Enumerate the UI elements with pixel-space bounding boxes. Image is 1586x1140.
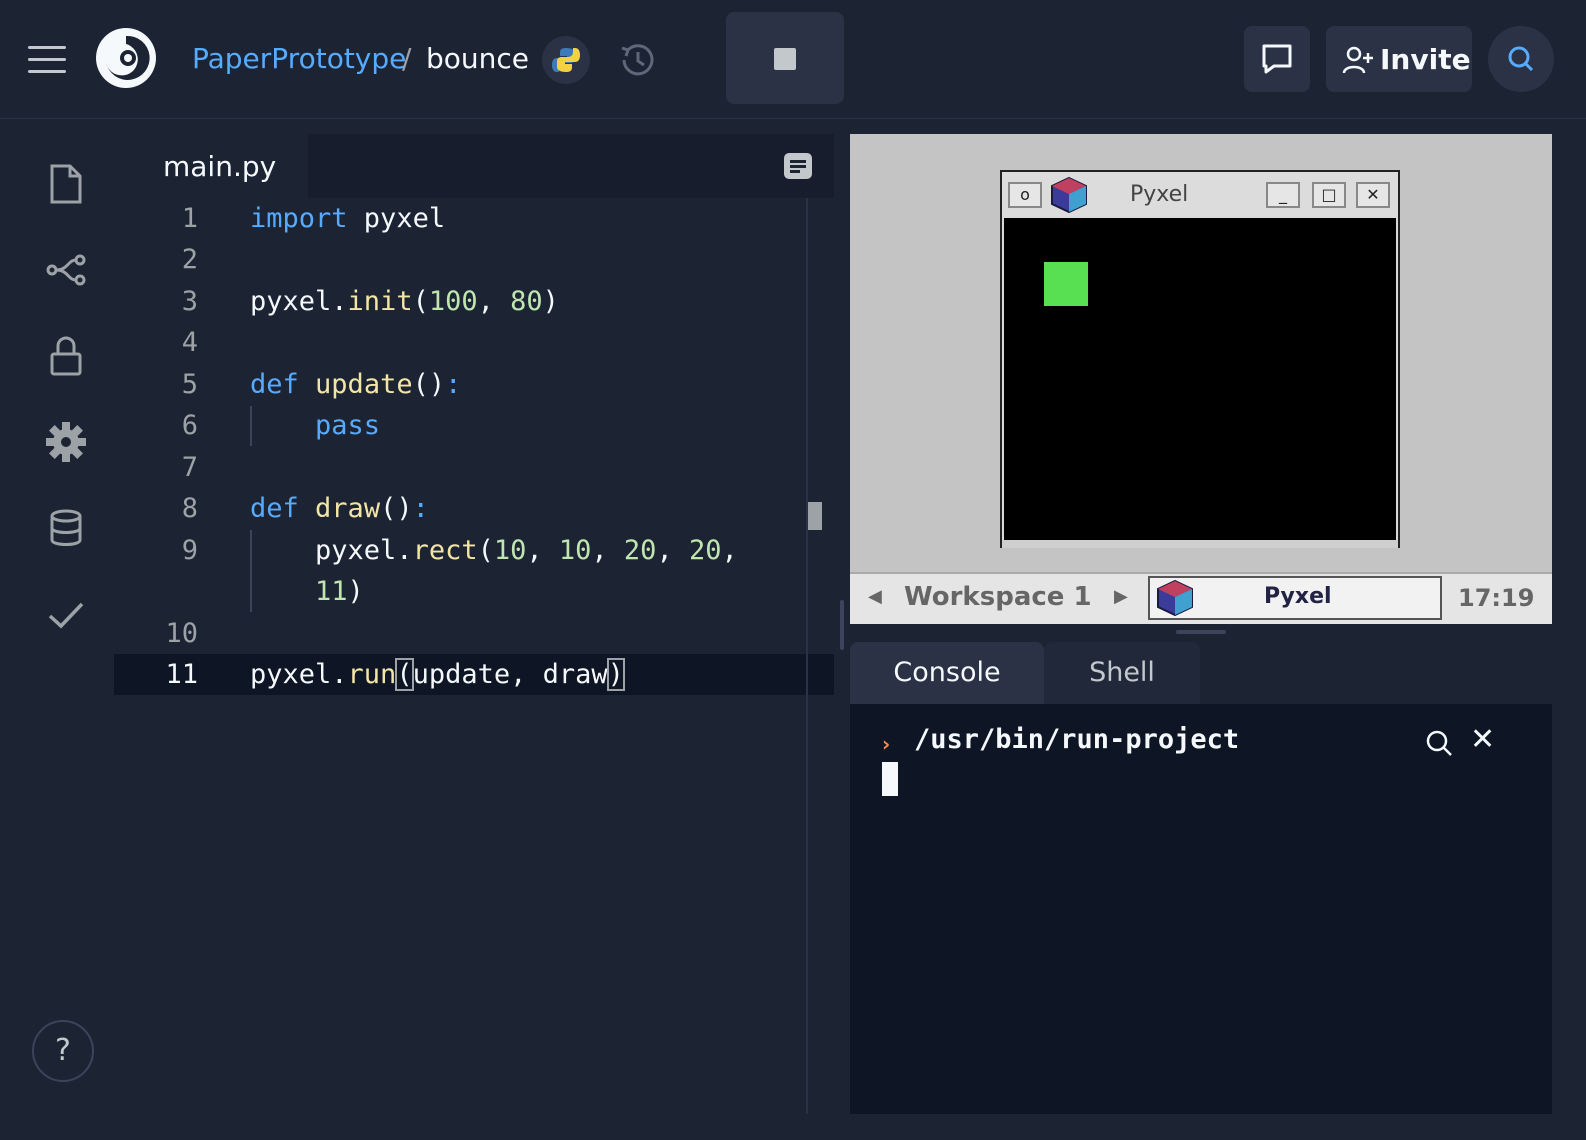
breadcrumb-user[interactable]: PaperPrototype (192, 42, 406, 75)
chat-button[interactable] (1244, 26, 1310, 92)
workspace-label: Workspace 1 (904, 582, 1092, 612)
editor-scrollbar-track[interactable] (806, 198, 808, 1114)
code-line[interactable]: 1 import pyxel (114, 198, 834, 239)
breadcrumb-project[interactable]: bounce (426, 42, 529, 75)
help-button[interactable]: ? (32, 1020, 94, 1082)
chat-icon (1262, 44, 1292, 74)
top-bar: PaperPrototype / bounce Invite (0, 0, 1586, 119)
pane-grip[interactable] (1176, 630, 1226, 634)
maximize-button[interactable]: □ (1312, 182, 1346, 208)
search-button[interactable] (1488, 26, 1554, 92)
invite-button[interactable]: Invite (1326, 26, 1472, 92)
pyxel-titlebar[interactable]: o Pyxel _ □ ✕ (1002, 172, 1398, 216)
pyxel-window[interactable]: o Pyxel _ □ ✕ (1000, 170, 1400, 548)
menu-icon[interactable] (28, 46, 66, 74)
workspace-next-icon[interactable]: ▶ (1114, 586, 1128, 607)
pyxel-cube-icon (1051, 176, 1087, 214)
pane-resize-handle[interactable] (840, 600, 844, 650)
database-icon[interactable] (44, 506, 88, 550)
code-line-wrap[interactable]: 11) (114, 571, 834, 612)
green-rectangle (1044, 262, 1088, 306)
console-panel[interactable]: › /usr/bin/run-project ✕ (850, 704, 1552, 1114)
lock-icon[interactable] (44, 334, 88, 378)
outline-icon[interactable] (782, 150, 814, 182)
editor-scrollbar-thumb[interactable] (808, 502, 822, 530)
pyxel-canvas[interactable] (1004, 218, 1396, 540)
add-user-icon (1342, 46, 1373, 74)
search-icon (1508, 46, 1534, 72)
tab-label: main.py (163, 150, 277, 183)
taskbar: ◀ Workspace 1 ▶ Pyxel 17:19 (850, 572, 1552, 624)
tab-main-py[interactable]: main.py (114, 134, 308, 198)
pyxel-cube-icon (1157, 579, 1193, 617)
tab-console[interactable]: Console (850, 642, 1044, 704)
console-tabs: Console Shell (850, 642, 1552, 704)
file-icon[interactable] (44, 162, 88, 206)
console-search-icon[interactable] (1424, 728, 1454, 758)
prompt-arrow-icon: › (882, 732, 891, 756)
pyxel-window-bottom (1002, 540, 1398, 548)
output-preview: o Pyxel _ □ ✕ ◀ Workspace 1 ▶ Pyxel 17:1… (850, 134, 1552, 624)
code-line[interactable]: 7 (114, 447, 834, 488)
code-line[interactable]: 9 pyxel.rect(10, 10, 20, 20, (114, 530, 834, 571)
code-line[interactable]: 8 def draw(): (114, 488, 834, 529)
code-line[interactable]: 5 def update(): (114, 364, 834, 405)
code-line-active[interactable]: 11 pyxel.run(update, draw) (114, 654, 834, 695)
code-line[interactable]: 3 pyxel.init(100, 80) (114, 281, 834, 322)
invite-label: Invite (1380, 43, 1471, 76)
gear-icon[interactable] (44, 420, 88, 464)
editor-tab-bar: main.py (114, 134, 834, 198)
terminal-cursor (882, 762, 898, 796)
sidebar (16, 134, 114, 1114)
code-line[interactable]: 4 (114, 322, 834, 363)
code-line[interactable]: 2 (114, 239, 834, 280)
clock: 17:19 (1458, 584, 1535, 612)
tab-shell[interactable]: Shell (1044, 642, 1200, 704)
check-icon[interactable] (44, 592, 88, 636)
breadcrumb-separator: / (402, 42, 412, 75)
code-editor: main.py 1 import pyxel 2 3 pyxel.init(100,… (114, 134, 834, 1114)
code-area[interactable]: 1 import pyxel 2 3 pyxel.init(100, 80) 4 5… (114, 198, 834, 1114)
python-language-icon[interactable] (542, 36, 590, 84)
code-line[interactable]: 10 (114, 613, 834, 654)
console-clear-icon[interactable]: ✕ (1470, 722, 1495, 757)
history-icon[interactable] (614, 36, 662, 84)
window-menu-button[interactable]: o (1008, 182, 1042, 208)
stop-icon (774, 48, 796, 70)
close-window-button[interactable]: ✕ (1356, 182, 1390, 208)
workspace-prev-icon[interactable]: ◀ (868, 586, 882, 607)
pyxel-window-title: Pyxel (1130, 182, 1189, 207)
console-command: /usr/bin/run-project (914, 724, 1240, 755)
stop-button[interactable] (726, 12, 844, 104)
taskbar-pyxel-item[interactable]: Pyxel (1148, 576, 1442, 620)
taskbar-app-label: Pyxel (1264, 584, 1332, 609)
minimize-button[interactable]: _ (1266, 182, 1300, 208)
replit-logo[interactable] (94, 26, 158, 90)
code-line[interactable]: 6 pass (114, 405, 834, 446)
git-branch-icon[interactable] (44, 248, 88, 292)
